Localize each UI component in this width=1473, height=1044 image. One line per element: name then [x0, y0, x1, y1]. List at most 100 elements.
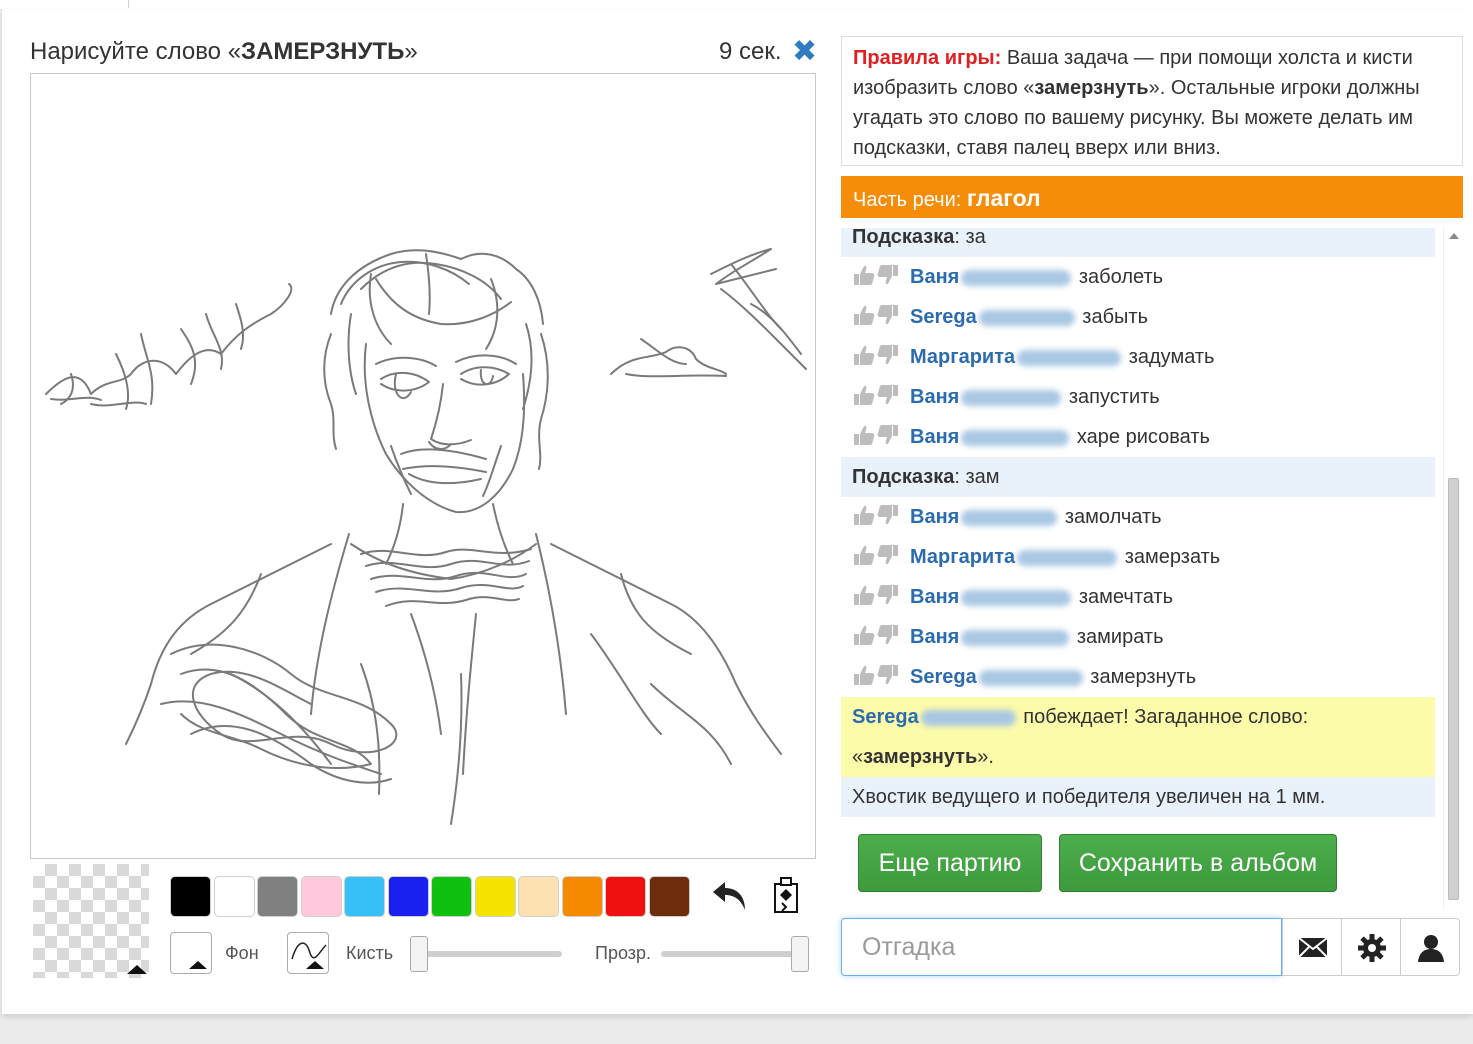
player-name[interactable]: Маргарита [910, 546, 1015, 568]
guess-message: Ваня харе рисовать [841, 417, 1435, 457]
thumbs-up-down-icon[interactable] [852, 255, 910, 295]
guess-message: Ваня замирать [841, 617, 1435, 657]
winner-word: замерзнуть [863, 746, 978, 768]
drawing-canvas[interactable] [30, 73, 816, 859]
blurred-surname [961, 269, 1072, 286]
winner-name[interactable]: Serega [852, 706, 919, 728]
guess-text: харе рисовать [1076, 426, 1210, 448]
blurred-surname [920, 709, 1016, 726]
color-preview[interactable] [33, 864, 149, 978]
scroll-up-icon[interactable] [1449, 233, 1459, 239]
prompt-suffix: » [404, 38, 418, 65]
hint-text: : зам [954, 466, 1000, 488]
opacity-slider-track[interactable] [661, 951, 809, 957]
player-name[interactable]: Ваня [910, 626, 959, 648]
thumbs-up-down-icon[interactable] [852, 375, 910, 415]
brush-size-slider-track[interactable] [410, 951, 562, 957]
color-swatch[interactable] [344, 876, 385, 917]
thumbs-up-down-icon[interactable] [852, 295, 910, 335]
settings-button[interactable] [1341, 918, 1401, 976]
reward-info: Хвостик ведущего и победителя увеличен н… [841, 777, 1435, 817]
color-swatch[interactable] [170, 876, 211, 917]
player-name[interactable]: Serega [910, 666, 977, 688]
thumbs-up-down-icon[interactable] [852, 615, 910, 655]
color-swatch[interactable] [257, 876, 298, 917]
thumbs-up-down-icon[interactable] [852, 655, 910, 695]
guess-message: Маргарита замерзать [841, 537, 1435, 577]
guess-text: замолчать [1064, 506, 1162, 528]
thumbs-up-down-icon[interactable] [852, 535, 910, 575]
color-swatch[interactable] [561, 876, 603, 917]
rules-word: замерзнуть [1034, 77, 1149, 99]
rules-label: Правила игры: [853, 47, 1002, 69]
guess-message: Ваня замолчать [841, 497, 1435, 537]
messages-button[interactable] [1282, 918, 1342, 976]
thumbs-up-down-icon[interactable] [852, 495, 910, 535]
color-swatch[interactable] [300, 876, 342, 917]
undo-icon[interactable] [711, 878, 749, 912]
guess-text: замерзнуть [1090, 666, 1197, 688]
blurred-surname [961, 629, 1070, 646]
player-name[interactable]: Ваня [910, 426, 959, 448]
chat-scrollbar[interactable] [1443, 228, 1464, 908]
hint-text: : за [954, 228, 986, 248]
background-label: Фон [225, 943, 259, 963]
winner-message: Serega побеждает! Загаданное слово: [841, 697, 1435, 737]
chat-log: Serega побеждает! Загаданное слово: «зам… [841, 228, 1435, 818]
background-fill-button[interactable] [170, 932, 212, 974]
player-name[interactable]: Serega [910, 306, 977, 328]
dropdown-icon [189, 961, 207, 969]
brush-label: Кисть [346, 943, 394, 963]
color-swatch[interactable] [213, 876, 255, 917]
browser-tab[interactable] [0, 0, 129, 8]
guess-message: Ваня замечтать [841, 577, 1435, 617]
blurred-surname [961, 509, 1058, 526]
blurred-surname [1017, 549, 1118, 566]
blurred-surname [961, 429, 1070, 446]
player-name[interactable]: Ваня [910, 266, 959, 288]
color-swatch[interactable] [474, 876, 516, 917]
brush-size-slider-handle[interactable] [410, 936, 428, 972]
prompt-prefix: Нарисуйте слово « [30, 38, 242, 65]
blurred-surname [961, 389, 1062, 406]
thumbs-up-down-icon[interactable] [852, 415, 910, 455]
hint-label: Подсказка [852, 466, 955, 488]
color-swatch[interactable] [431, 876, 472, 917]
player-name[interactable]: Ваня [910, 586, 959, 608]
guess-text: забыть [1082, 306, 1148, 328]
player-name[interactable]: Ваня [910, 506, 959, 528]
profile-button[interactable] [1400, 918, 1460, 976]
opacity-slider-handle[interactable] [791, 936, 809, 972]
quote-open: « [852, 746, 864, 768]
dropdown-icon [306, 961, 324, 969]
guess-message: Ваня запустить [841, 377, 1435, 417]
close-icon[interactable]: ✖ [792, 37, 818, 67]
player-name[interactable]: Ваня [910, 386, 959, 408]
gear-icon [1358, 934, 1386, 962]
part-of-speech-label: Часть речи: [853, 189, 962, 211]
winner-word-line: «замерзнуть». [841, 737, 1435, 777]
part-of-speech-value: глагол [966, 185, 1041, 211]
color-swatch[interactable] [605, 876, 646, 917]
color-swatch[interactable] [387, 876, 429, 917]
color-picker-dropdown-icon[interactable] [127, 965, 147, 974]
color-swatch[interactable] [518, 876, 559, 917]
draw-word-prompt: Нарисуйте слово «ЗАМЕРЗНУТЬ» [30, 38, 418, 66]
hint-message: Подсказка: зам [841, 457, 1435, 497]
brush-type-button[interactable] [287, 932, 329, 974]
play-again-button[interactable]: Еще партию [858, 834, 1042, 892]
guess-input[interactable] [841, 918, 1282, 976]
clear-canvas-icon[interactable] [772, 875, 802, 915]
guess-message: Serega замерзнуть [841, 657, 1435, 697]
player-name[interactable]: Маргарита [910, 346, 1015, 368]
part-of-speech-bar: Часть речи: глагол [841, 176, 1463, 218]
color-swatch[interactable] [648, 876, 690, 917]
save-to-album-button[interactable]: Сохранить в альбом [1059, 834, 1337, 892]
thumbs-up-down-icon[interactable] [852, 335, 910, 375]
guess-text: задумать [1128, 346, 1215, 368]
turn-timer: 9 сек. [719, 38, 782, 65]
game-rules: Правила игры: Ваша задача — при помощи х… [841, 36, 1463, 166]
scrollbar-thumb[interactable] [1448, 478, 1459, 900]
thumbs-up-down-icon[interactable] [852, 575, 910, 615]
hint-message: Подсказка: за [841, 228, 1435, 257]
